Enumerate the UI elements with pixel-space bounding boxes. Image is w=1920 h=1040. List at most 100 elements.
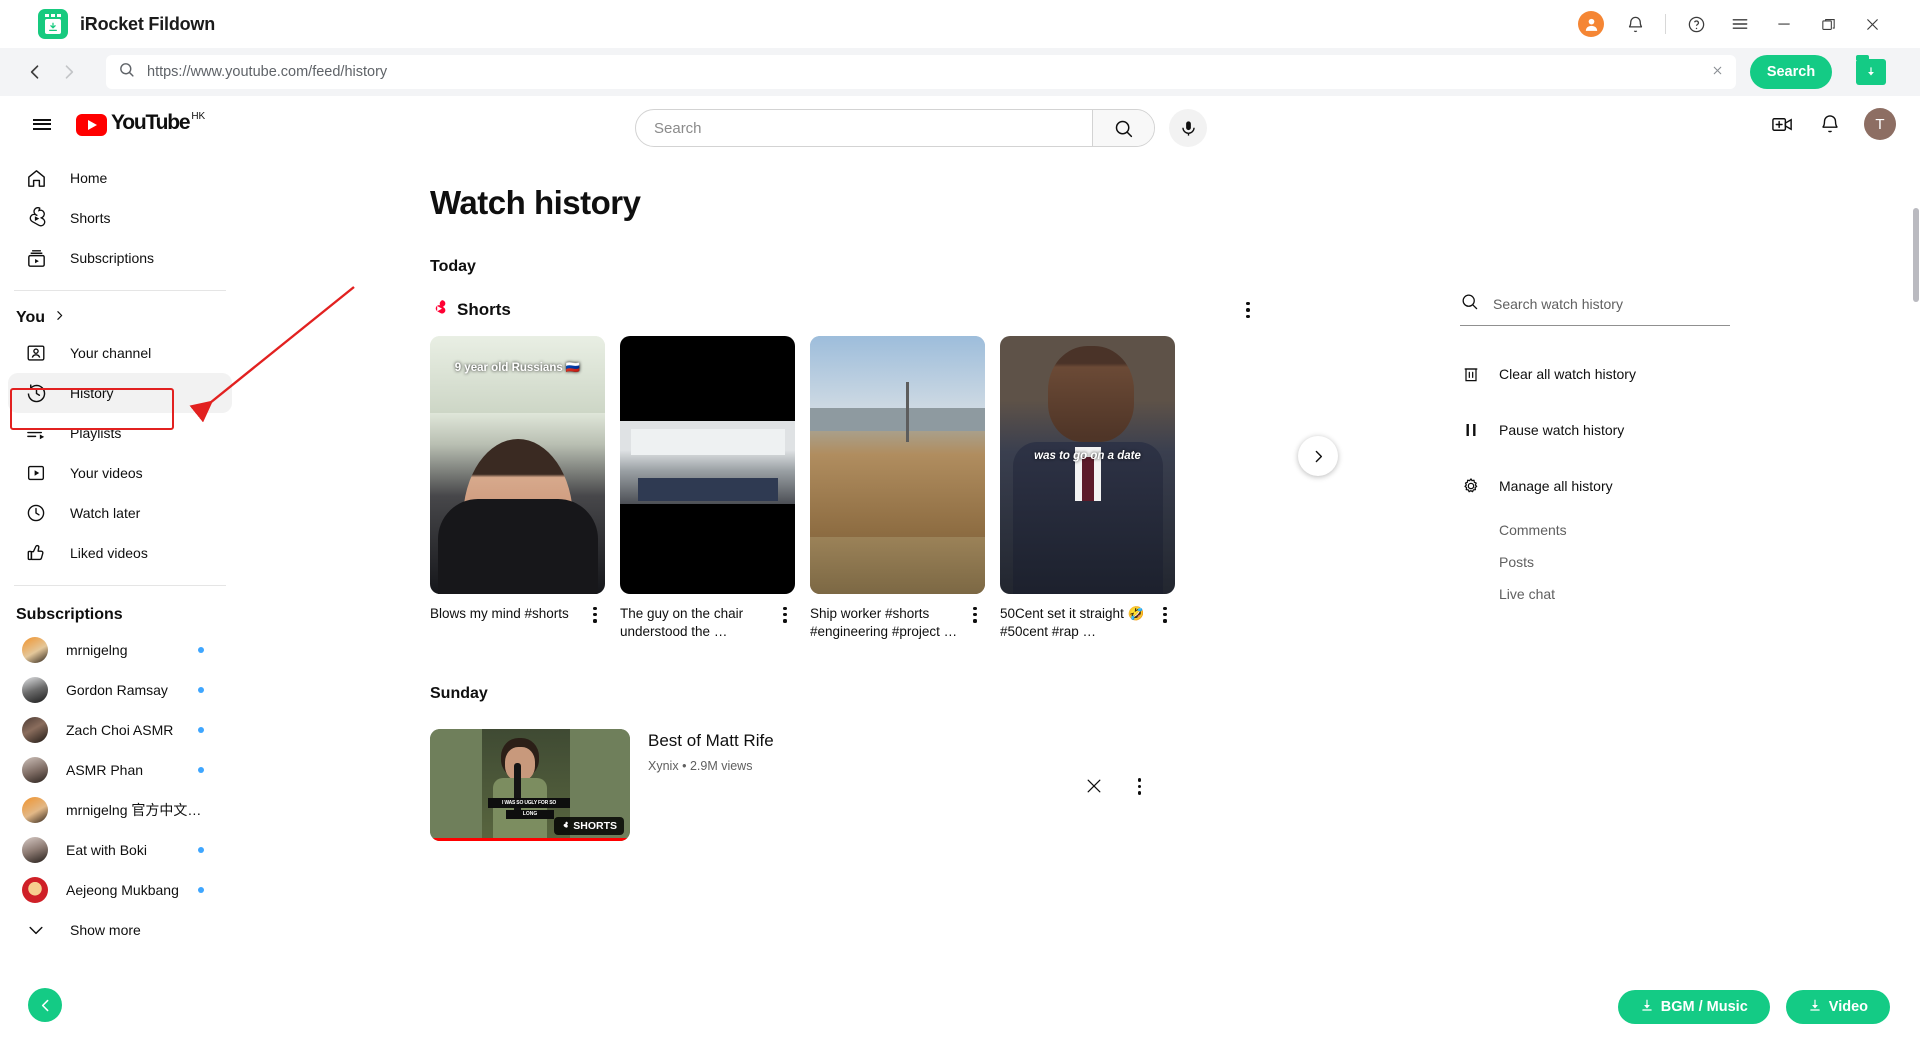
notifications-icon[interactable] xyxy=(1810,104,1850,144)
menu-icon[interactable] xyxy=(1718,4,1762,44)
close-icon[interactable] xyxy=(1084,776,1106,798)
sidebar-item-home[interactable]: Home xyxy=(8,158,232,198)
address-bar[interactable]: https://www.youtube.com/feed/history xyxy=(106,55,1736,89)
day-header-sunday: Sunday xyxy=(430,685,488,702)
kebab-menu-icon[interactable] xyxy=(1155,605,1175,641)
download-folder-icon[interactable] xyxy=(1856,55,1886,85)
kebab-menu-icon[interactable] xyxy=(965,605,985,641)
shorts-thumbnail-caption: 9 year old Russians 🇷🇺 xyxy=(454,362,581,374)
history-link-live-chat[interactable]: Live chat xyxy=(1499,586,1790,602)
search-watch-history-input[interactable]: Search watch history xyxy=(1460,292,1730,326)
shorts-card[interactable]: 9 year old Russians 🇷🇺 Blows my mind #sh… xyxy=(430,336,605,641)
voice-search-icon[interactable] xyxy=(1169,109,1207,147)
day-header-today: Today xyxy=(430,258,476,275)
sidebar-item-watch-later[interactable]: Watch later xyxy=(8,493,232,533)
sidebar-item-your-channel[interactable]: Your channel xyxy=(8,333,232,373)
sidebar-subscription-item[interactable]: Eat with Boki xyxy=(8,830,232,870)
sidebar-show-more[interactable]: Show more xyxy=(8,910,232,950)
sidebar-subscription-item[interactable]: Aejeong Mukbang xyxy=(8,870,232,910)
sidebar-item-your-videos[interactable]: Your videos xyxy=(8,453,232,493)
watch-later-icon xyxy=(24,501,48,525)
sidebar-divider xyxy=(14,585,226,586)
close-icon[interactable] xyxy=(1711,64,1724,81)
shorts-card[interactable]: was to go on a date 50Cent set it straig… xyxy=(1000,336,1175,641)
download-video-button[interactable]: Video xyxy=(1785,990,1890,1024)
your-videos-icon xyxy=(24,461,48,485)
history-link-posts[interactable]: Posts xyxy=(1499,554,1790,570)
kebab-menu-icon[interactable] xyxy=(585,605,605,623)
history-link-comments[interactable]: Comments xyxy=(1499,522,1790,538)
search-input[interactable]: Search xyxy=(635,109,1155,147)
sidebar-subscription-item[interactable]: ASMR Phan xyxy=(8,750,232,790)
history-video-row: I WAS SO UGLY FOR SO LONG SHORTS Best of… xyxy=(430,729,1900,841)
titlebar-controls xyxy=(1569,4,1906,44)
sidebar-you-header[interactable]: You xyxy=(0,303,240,333)
download-bgm-music-label: BGM / Music xyxy=(1660,999,1748,1015)
shorts-card[interactable]: The guy on the chair understood the … xyxy=(620,336,795,641)
help-icon[interactable] xyxy=(1674,4,1718,44)
avatar xyxy=(22,637,48,663)
search-button[interactable]: Search xyxy=(1750,55,1832,89)
avatar[interactable]: T xyxy=(1864,108,1896,140)
minimize-icon[interactable] xyxy=(1762,4,1806,44)
download-icon xyxy=(1640,998,1654,1016)
chevron-left-icon[interactable] xyxy=(18,55,52,89)
application-window: iRocket Fildown https://www.youtube.com/… xyxy=(0,0,1920,1040)
youtube-logo[interactable]: YouTube HK xyxy=(76,112,205,136)
floating-back-button[interactable] xyxy=(28,988,62,1022)
sidebar-subscription-item[interactable]: mrnigelng 官方中文… xyxy=(8,790,232,830)
bell-icon[interactable] xyxy=(1613,4,1657,44)
option-label: Clear all watch history xyxy=(1499,366,1636,382)
address-bar-url: https://www.youtube.com/feed/history xyxy=(147,64,388,80)
shorts-title: Blows my mind #shorts xyxy=(430,606,569,621)
shorts-thumbnail[interactable]: 9 year old Russians 🇷🇺 xyxy=(430,336,605,594)
shorts-shelf-label: Shorts xyxy=(457,300,511,319)
sidebar-subscription-item[interactable]: Zach Choi ASMR xyxy=(8,710,232,750)
sidebar-item-liked-videos[interactable]: Liked videos xyxy=(8,533,232,573)
app-brand: iRocket Fildown xyxy=(38,9,215,39)
playlists-icon xyxy=(24,421,48,445)
video-actions xyxy=(1084,729,1152,841)
gear-icon xyxy=(1460,475,1482,497)
create-video-icon[interactable] xyxy=(1762,104,1802,144)
kebab-menu-icon[interactable] xyxy=(775,605,795,641)
clear-all-watch-history-button[interactable]: Clear all watch history xyxy=(1460,354,1790,394)
sidebar-item-playlists[interactable]: Playlists xyxy=(8,413,232,453)
video-views: 2.9M views xyxy=(689,759,753,773)
chevron-right-icon[interactable] xyxy=(52,55,86,89)
sidebar-subscription-item[interactable]: mrnigelng xyxy=(8,630,232,670)
pause-watch-history-button[interactable]: Pause watch history xyxy=(1460,410,1790,450)
sidebar-item-shorts[interactable]: Shorts xyxy=(8,198,232,238)
video-thumbnail[interactable]: I WAS SO UGLY FOR SO LONG SHORTS xyxy=(430,729,630,841)
video-thumbnail-caption-1: I WAS SO UGLY FOR SO xyxy=(501,800,557,807)
download-bgm-music-button[interactable]: BGM / Music xyxy=(1617,990,1770,1024)
manage-all-history-button[interactable]: Manage all history xyxy=(1460,466,1790,506)
sidebar-subscription-label: Eat with Boki xyxy=(66,842,147,858)
shorts-thumbnail[interactable] xyxy=(620,336,795,594)
shorts-thumbnail[interactable] xyxy=(810,336,985,594)
search-submit-button[interactable] xyxy=(1092,110,1154,146)
video-title[interactable]: Best of Matt Rife xyxy=(648,731,774,751)
page-scrollbar[interactable] xyxy=(1912,192,1920,1040)
sidebar-item-subscriptions[interactable]: Subscriptions xyxy=(8,238,232,278)
account-icon[interactable] xyxy=(1569,4,1613,44)
carousel-next-button[interactable] xyxy=(1298,436,1338,476)
avatar xyxy=(22,677,48,703)
shorts-card[interactable]: Ship worker #shorts #engineering #projec… xyxy=(810,336,985,641)
kebab-menu-icon[interactable] xyxy=(1236,298,1260,322)
kebab-menu-icon[interactable] xyxy=(1128,775,1152,799)
sidebar-subscription-label: Gordon Ramsay xyxy=(66,682,168,698)
video-channel[interactable]: Xynix xyxy=(648,759,679,773)
maximize-icon[interactable] xyxy=(1806,4,1850,44)
shorts-badge-label: SHORTS xyxy=(573,820,617,832)
sidebar-subscription-item[interactable]: Gordon Ramsay xyxy=(8,670,232,710)
sidebar-item-history[interactable]: History xyxy=(8,373,232,413)
page-title: Watch history xyxy=(430,184,641,221)
hamburger-menu-icon[interactable] xyxy=(22,104,62,144)
shorts-thumbnail-caption: was to go on a date xyxy=(1034,449,1141,462)
close-icon[interactable] xyxy=(1850,4,1894,44)
shorts-thumbnail[interactable]: was to go on a date xyxy=(1000,336,1175,594)
subscriptions-icon xyxy=(24,246,48,270)
video-thumbnail-caption-2: LONG xyxy=(506,809,554,819)
avatar xyxy=(22,797,48,823)
